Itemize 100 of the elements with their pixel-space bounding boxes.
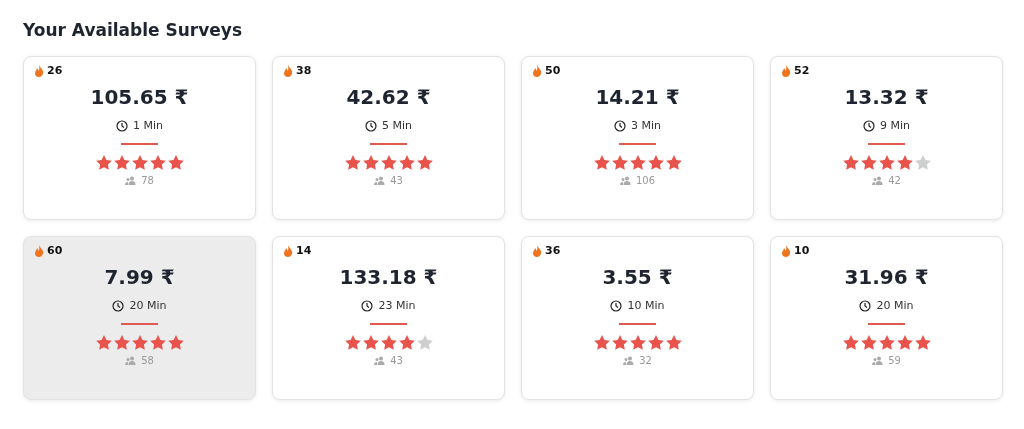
- star-icon: [113, 335, 130, 350]
- duration-text: 23 Min: [378, 299, 416, 312]
- star-icon: [860, 335, 877, 350]
- star-icon: [896, 335, 913, 350]
- star-icon: [629, 155, 646, 170]
- star-icon: [380, 335, 397, 350]
- star-icon: [842, 335, 859, 350]
- flame-icon: [532, 64, 542, 77]
- survey-card[interactable]: 26 105.65 ₹ 1 Min 78: [23, 56, 256, 220]
- users-icon: [374, 356, 386, 365]
- clock-icon: [112, 299, 125, 312]
- duration-text: 3 Min: [631, 119, 661, 132]
- users-icon: [623, 356, 635, 365]
- duration-text: 1 Min: [133, 119, 163, 132]
- duration-text: 20 Min: [876, 299, 914, 312]
- clock-icon: [365, 119, 377, 132]
- survey-count: 52: [794, 64, 810, 77]
- star-icon: [149, 335, 166, 350]
- star-icon: [896, 155, 913, 170]
- reward-amount: 31.96 ₹: [844, 265, 929, 289]
- star-icon: [95, 335, 112, 350]
- respondent-count: 59: [888, 355, 901, 366]
- duration-text: 5 Min: [382, 119, 412, 132]
- reward-amount: 105.65 ₹: [90, 85, 189, 109]
- star-icon: [380, 155, 397, 170]
- flame-icon: [781, 64, 791, 77]
- flame-icon: [781, 244, 791, 257]
- survey-card[interactable]: 36 3.55 ₹ 10 Min 32: [521, 236, 754, 400]
- star-icon: [398, 335, 415, 350]
- survey-card[interactable]: 38 42.62 ₹ 5 Min 43: [272, 56, 505, 220]
- star-icon: [593, 155, 610, 170]
- respondent-count: 43: [390, 175, 403, 186]
- star-icon: [398, 155, 415, 170]
- star-icon: [914, 155, 931, 170]
- flame-icon: [34, 64, 44, 77]
- reward-amount: 3.55 ₹: [602, 265, 673, 289]
- survey-count: 26: [47, 64, 63, 77]
- respondent-count: 43: [390, 355, 403, 366]
- survey-card[interactable]: 52 13.32 ₹ 9 Min 42: [770, 56, 1003, 220]
- users-icon: [872, 176, 884, 185]
- survey-count: 10: [794, 244, 810, 257]
- star-icon: [362, 335, 379, 350]
- clock-icon: [614, 119, 626, 132]
- star-icon: [344, 155, 361, 170]
- star-icon: [113, 155, 130, 170]
- duration-text: 10 Min: [627, 299, 665, 312]
- star-icon: [167, 155, 184, 170]
- duration-text: 9 Min: [880, 119, 910, 132]
- survey-count: 50: [545, 64, 561, 77]
- star-icon: [647, 155, 664, 170]
- respondent-count: 32: [639, 355, 652, 366]
- reward-amount: 7.99 ₹: [104, 265, 175, 289]
- star-icon: [131, 155, 148, 170]
- star-icon: [647, 335, 664, 350]
- reward-amount: 133.18 ₹: [339, 265, 438, 289]
- survey-count: 14: [296, 244, 312, 257]
- users-icon: [872, 356, 884, 365]
- star-icon: [611, 335, 628, 350]
- survey-count: 36: [545, 244, 561, 257]
- star-icon: [878, 335, 895, 350]
- star-icon: [611, 155, 628, 170]
- star-icon: [131, 335, 148, 350]
- survey-card[interactable]: 10 31.96 ₹ 20 Min 59: [770, 236, 1003, 400]
- reward-amount: 14.21 ₹: [595, 85, 680, 109]
- users-icon: [374, 176, 386, 185]
- reward-amount: 42.62 ₹: [346, 85, 431, 109]
- survey-card[interactable]: 14 133.18 ₹ 23 Min 43: [272, 236, 505, 400]
- star-icon: [629, 335, 646, 350]
- flame-icon: [34, 244, 44, 257]
- survey-count: 60: [47, 244, 63, 257]
- survey-count: 38: [296, 64, 312, 77]
- respondent-count: 42: [888, 175, 901, 186]
- clock-icon: [859, 299, 872, 312]
- star-icon: [416, 155, 433, 170]
- users-icon: [125, 176, 137, 185]
- duration-text: 20 Min: [129, 299, 167, 312]
- star-icon: [914, 335, 931, 350]
- star-icon: [362, 155, 379, 170]
- clock-icon: [361, 299, 374, 312]
- users-icon: [619, 176, 631, 185]
- star-icon: [878, 155, 895, 170]
- flame-icon: [283, 64, 293, 77]
- star-icon: [149, 155, 166, 170]
- respondent-count: 78: [141, 175, 154, 186]
- clock-icon: [116, 119, 128, 132]
- clock-icon: [863, 119, 875, 132]
- star-icon: [860, 155, 877, 170]
- star-icon: [416, 335, 433, 350]
- clock-icon: [610, 299, 623, 312]
- respondent-count: 106: [635, 175, 656, 186]
- star-icon: [665, 335, 682, 350]
- users-icon: [125, 356, 137, 365]
- survey-card[interactable]: 50 14.21 ₹ 3 Min 106: [521, 56, 754, 220]
- star-icon: [95, 155, 112, 170]
- star-icon: [842, 155, 859, 170]
- survey-card[interactable]: 60 7.99 ₹ 20 Min 58: [23, 236, 256, 400]
- star-icon: [665, 155, 682, 170]
- star-icon: [167, 335, 184, 350]
- star-icon: [593, 335, 610, 350]
- flame-icon: [532, 244, 542, 257]
